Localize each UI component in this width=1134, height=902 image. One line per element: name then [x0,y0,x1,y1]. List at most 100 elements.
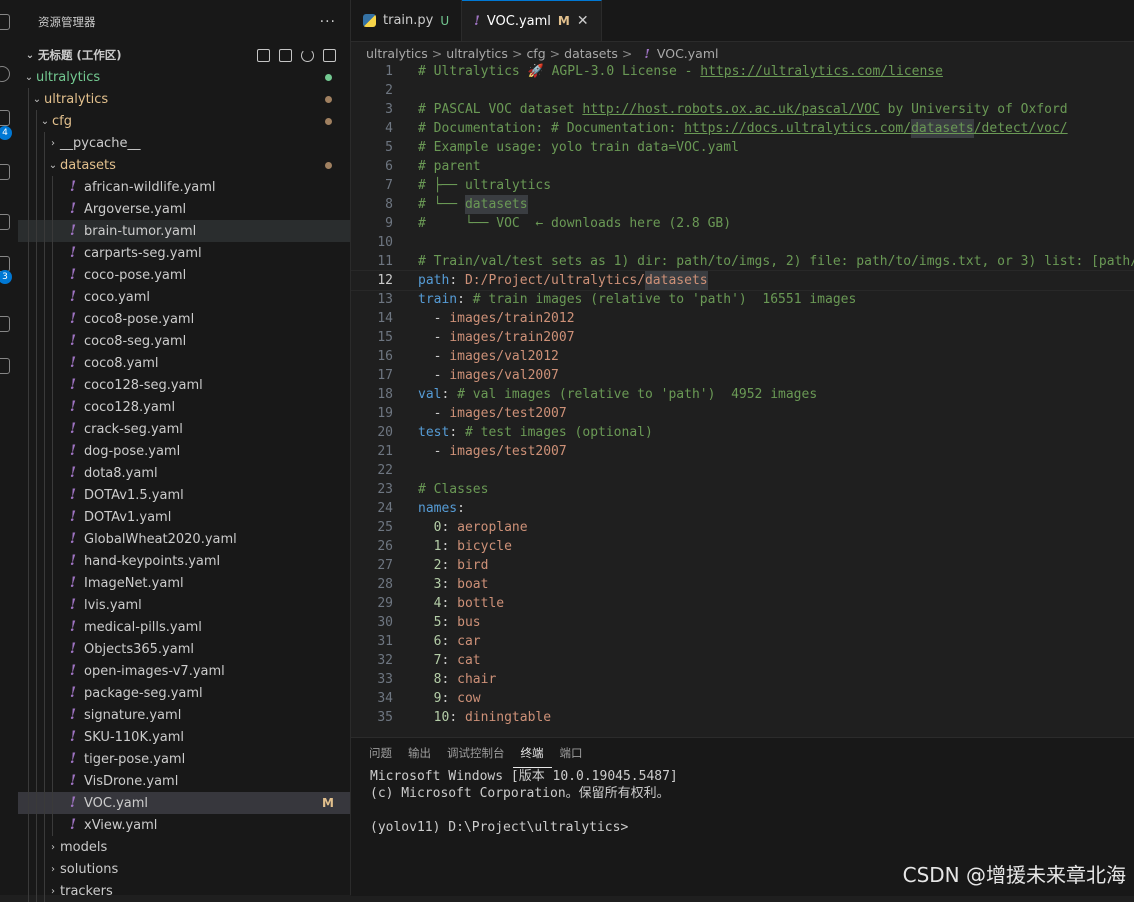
tree-file[interactable]: ! coco8-seg.yaml [18,330,350,352]
explorer-icon[interactable] [0,14,10,30]
new-file-icon[interactable] [257,48,270,62]
panel-tab[interactable]: 调试控制台 [439,738,513,768]
tree-file[interactable]: ! crack-seg.yaml [18,418,350,440]
new-folder-icon[interactable] [279,48,292,62]
code-line[interactable]: 33 8: chair [351,670,1134,689]
code-line[interactable]: 16 - images/val2012 [351,347,1134,366]
tree-file[interactable]: ! coco128-seg.yaml [18,374,350,396]
code-line[interactable]: 19 - images/test2007 [351,404,1134,423]
panel-tab[interactable]: 端口 [552,738,591,768]
code-line[interactable]: 11 # Train/val/test sets as 1) dir: path/… [351,252,1134,271]
extensions-icon[interactable] [0,214,10,230]
tree-file[interactable]: ! VisDrone.yaml [18,770,350,792]
tree-file[interactable]: ! african-wildlife.yaml [18,176,350,198]
tree-file[interactable]: ! coco.yaml [18,286,350,308]
testing-icon[interactable] [0,316,10,332]
code-line[interactable]: 7 # ├── ultralytics [351,176,1134,195]
code-line[interactable]: 24 names: [351,499,1134,518]
code-line[interactable]: 3 # PASCAL VOC dataset http://host.robots… [351,100,1134,119]
code-editor[interactable]: 1 # Ultralytics 🚀 AGPL-3.0 License - http… [351,62,1134,737]
breadcrumb-item[interactable]: VOC.yaml [657,46,719,61]
code-line[interactable]: 30 5: bus [351,613,1134,632]
code-line[interactable]: 14 - images/train2012 [351,309,1134,328]
breadcrumb-item[interactable]: ultralytics [366,46,428,61]
code-token[interactable]: /detect/voc/ [974,119,1068,138]
tree-file[interactable]: ! tiger-pose.yaml [18,748,350,770]
tree-file[interactable]: ! VOC.yaml M [18,792,350,814]
code-line[interactable]: 34 9: cow [351,689,1134,708]
tree-file[interactable]: ! dota8.yaml [18,462,350,484]
docker-icon[interactable] [0,358,10,374]
code-line[interactable]: 18 val: # val images (relative to 'path')… [351,385,1134,404]
code-line[interactable]: 27 2: bird [351,556,1134,575]
tree-file[interactable]: ! coco8.yaml [18,352,350,374]
code-line[interactable]: 9 # └── VOC ← downloads here (2.8 GB) [351,214,1134,233]
tree-folder[interactable]: ⌄ cfg [18,110,350,132]
code-token[interactable]: http://host.robots.ox.ac.uk/pascal/VOC [582,100,879,119]
code-line[interactable]: 12 path: D:/Project/ultralytics/datasets [351,270,1134,291]
code-line[interactable]: 5 # Example usage: yolo train data=VOC.ya… [351,138,1134,157]
code-line[interactable]: 8 # └── datasets [351,195,1134,214]
tab-voc-yaml[interactable]: ! VOC.yaml M ✕ [462,0,602,41]
workspace-section[interactable]: ⌄ 无标题 (工作区) [18,44,350,66]
more-actions-icon[interactable]: ··· [320,14,336,30]
code-line[interactable]: 2 [351,81,1134,100]
tree-file[interactable]: ! Objects365.yaml [18,638,350,660]
breadcrumb-item[interactable]: ultralytics [446,46,508,61]
code-line[interactable]: 10 [351,233,1134,252]
code-token[interactable]: https://docs.ultralytics.com/ [684,119,911,138]
tree-file[interactable]: ! ImageNet.yaml [18,572,350,594]
code-line[interactable]: 29 4: bottle [351,594,1134,613]
refresh-icon[interactable] [301,48,314,62]
code-line[interactable]: 13 train: # train images (relative to 'pa… [351,290,1134,309]
panel-tab[interactable]: 终端 [512,738,552,768]
code-line[interactable]: 22 [351,461,1134,480]
close-icon[interactable]: ✕ [577,13,589,29]
tree-folder[interactable]: › __pycache__ [18,132,350,154]
tree-file[interactable]: ! brain-tumor.yaml [18,220,350,242]
tree-file[interactable]: ! DOTAv1.5.yaml [18,484,350,506]
code-line[interactable]: 35 10: diningtable [351,708,1134,727]
tree-folder[interactable]: ⌄ datasets [18,154,350,176]
tree-file[interactable]: ! Argoverse.yaml [18,198,350,220]
run-debug-icon[interactable] [0,164,10,180]
tree-file[interactable]: ! coco-pose.yaml [18,264,350,286]
tree-file[interactable]: ! xView.yaml [18,814,350,836]
breadcrumb-item[interactable]: cfg [526,46,545,61]
code-line[interactable]: 21 - images/test2007 [351,442,1134,461]
breadcrumb-item[interactable]: datasets [564,46,618,61]
tree-file[interactable]: ! hand-keypoints.yaml [18,550,350,572]
code-line[interactable]: 15 - images/train2007 [351,328,1134,347]
code-line[interactable]: 1 # Ultralytics 🚀 AGPL-3.0 License - http… [351,62,1134,81]
collapse-all-icon[interactable] [323,48,336,62]
code-line[interactable]: 26 1: bicycle [351,537,1134,556]
terminal[interactable]: Microsoft Windows [版本 10.0.19045.5487] (c… [351,768,1134,836]
tree-file[interactable]: ! medical-pills.yaml [18,616,350,638]
code-line[interactable]: 31 6: car [351,632,1134,651]
code-token[interactable]: datasets [911,119,974,138]
tree-file[interactable]: ! open-images-v7.yaml [18,660,350,682]
tree-file[interactable]: ! carparts-seg.yaml [18,242,350,264]
code-line[interactable]: 17 - images/val2007 [351,366,1134,385]
tree-file[interactable]: ! package-seg.yaml [18,682,350,704]
tree-file[interactable]: ! SKU-110K.yaml [18,726,350,748]
code-line[interactable]: 6 # parent [351,157,1134,176]
code-line[interactable]: 25 0: aeroplane [351,518,1134,537]
panel-tab[interactable]: 问题 [361,738,400,768]
code-line[interactable]: 4 # Documentation: # Documentation: https… [351,119,1134,138]
code-line[interactable]: 20 test: # test images (optional) [351,423,1134,442]
tab-train-py[interactable]: train.py U [351,0,463,41]
code-token[interactable]: https://ultralytics.com/license [700,62,943,81]
code-line[interactable]: 28 3: boat [351,575,1134,594]
tree-folder[interactable]: › solutions [18,858,350,880]
tree-folder[interactable]: › trackers [18,880,350,902]
code-line[interactable]: 23 # Classes [351,480,1134,499]
search-icon[interactable] [0,66,10,82]
tree-file[interactable]: ! dog-pose.yaml [18,440,350,462]
panel-tab[interactable]: 输出 [400,738,439,768]
tree-file[interactable]: ! signature.yaml [18,704,350,726]
tree-folder[interactable]: ⌄ ultralytics [18,88,350,110]
tree-file[interactable]: ! DOTAv1.yaml [18,506,350,528]
tree-file[interactable]: ! GlobalWheat2020.yaml [18,528,350,550]
tree-file[interactable]: ! coco8-pose.yaml [18,308,350,330]
